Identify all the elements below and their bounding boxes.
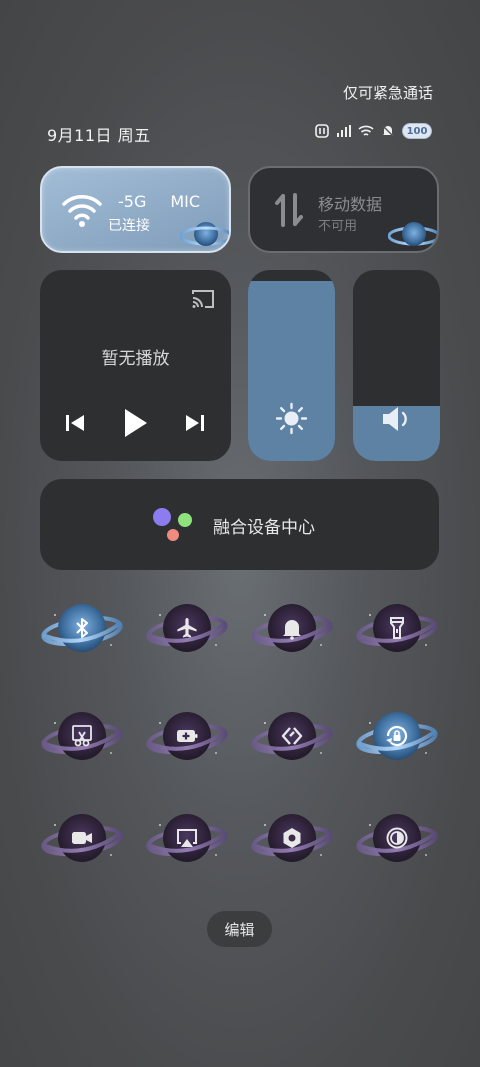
airplane-icon bbox=[146, 604, 228, 652]
toggle-battery-saver[interactable] bbox=[146, 709, 228, 765]
silent-bell-icon bbox=[380, 123, 396, 139]
screenshot-scissors-icon bbox=[41, 712, 123, 760]
cast-icon[interactable] bbox=[190, 288, 216, 310]
mobile-data-arrows-icon bbox=[274, 192, 304, 228]
volume-slider[interactable] bbox=[353, 270, 440, 461]
status-bar-icons: 100 bbox=[314, 123, 432, 139]
toggle-screen-cast[interactable] bbox=[146, 811, 228, 867]
screen-cast-icon bbox=[146, 814, 228, 862]
mobile-data-label: 移动数据 bbox=[318, 195, 383, 214]
brightness-slider[interactable] bbox=[248, 270, 335, 461]
bluetooth-icon bbox=[41, 604, 123, 652]
toggle-bluetooth[interactable] bbox=[41, 601, 123, 657]
nfc-icon bbox=[314, 123, 330, 139]
flashlight-icon bbox=[356, 604, 438, 652]
toggle-settings[interactable] bbox=[251, 811, 333, 867]
planet-decoration-icon bbox=[387, 218, 437, 250]
toggle-flashlight[interactable] bbox=[356, 601, 438, 657]
media-player-card[interactable]: 暂无播放 bbox=[40, 270, 231, 461]
wifi-status-icon bbox=[358, 123, 374, 139]
mobile-data-status: 不可用 bbox=[318, 219, 358, 234]
battery-saver-icon bbox=[146, 712, 228, 760]
signal-icon bbox=[336, 123, 352, 139]
device-center-logo-icon bbox=[152, 507, 194, 543]
toggle-dark-mode[interactable] bbox=[356, 811, 438, 867]
toggle-auto-rotate[interactable] bbox=[356, 709, 438, 765]
wifi-status: 已连接 bbox=[108, 218, 150, 234]
toggle-airplane[interactable] bbox=[146, 601, 228, 657]
speaker-icon bbox=[380, 404, 413, 437]
brightness-sun-icon bbox=[275, 402, 308, 435]
video-camera-icon bbox=[41, 814, 123, 862]
device-center-label: 融合设备中心 bbox=[213, 518, 315, 538]
battery-indicator: 100 bbox=[402, 123, 432, 139]
wifi-icon bbox=[62, 192, 102, 228]
dark-mode-icon bbox=[356, 814, 438, 862]
previous-track-icon[interactable] bbox=[64, 412, 86, 434]
toggle-share[interactable] bbox=[251, 709, 333, 765]
date-text: 9月11日 周五 bbox=[47, 126, 151, 145]
wifi-ssid-main: -5G bbox=[118, 192, 147, 211]
wifi-ssid-suffix: MIC bbox=[170, 192, 201, 211]
toggle-screen-record[interactable] bbox=[41, 811, 123, 867]
mobile-data-tile[interactable]: 移动数据 不可用 bbox=[248, 166, 439, 253]
media-title: 暂无播放 bbox=[101, 349, 170, 369]
emergency-call-only-text: 仅可紧急通话 bbox=[342, 84, 433, 102]
next-track-icon[interactable] bbox=[184, 412, 206, 434]
device-center-card[interactable]: 融合设备中心 bbox=[40, 479, 439, 570]
planet-decoration-icon bbox=[179, 218, 229, 250]
play-icon[interactable] bbox=[123, 407, 149, 439]
edit-button[interactable]: 编辑 bbox=[207, 911, 272, 947]
toggle-bell[interactable] bbox=[251, 601, 333, 657]
toggle-screenshot[interactable] bbox=[41, 709, 123, 765]
hexagon-settings-icon bbox=[251, 814, 333, 862]
share-icon bbox=[251, 712, 333, 760]
rotation-lock-icon bbox=[356, 712, 438, 760]
wifi-ssid: -5G MIC bbox=[118, 192, 200, 211]
wifi-tile[interactable]: -5G MIC 已连接 bbox=[40, 166, 231, 253]
bell-icon bbox=[251, 604, 333, 652]
